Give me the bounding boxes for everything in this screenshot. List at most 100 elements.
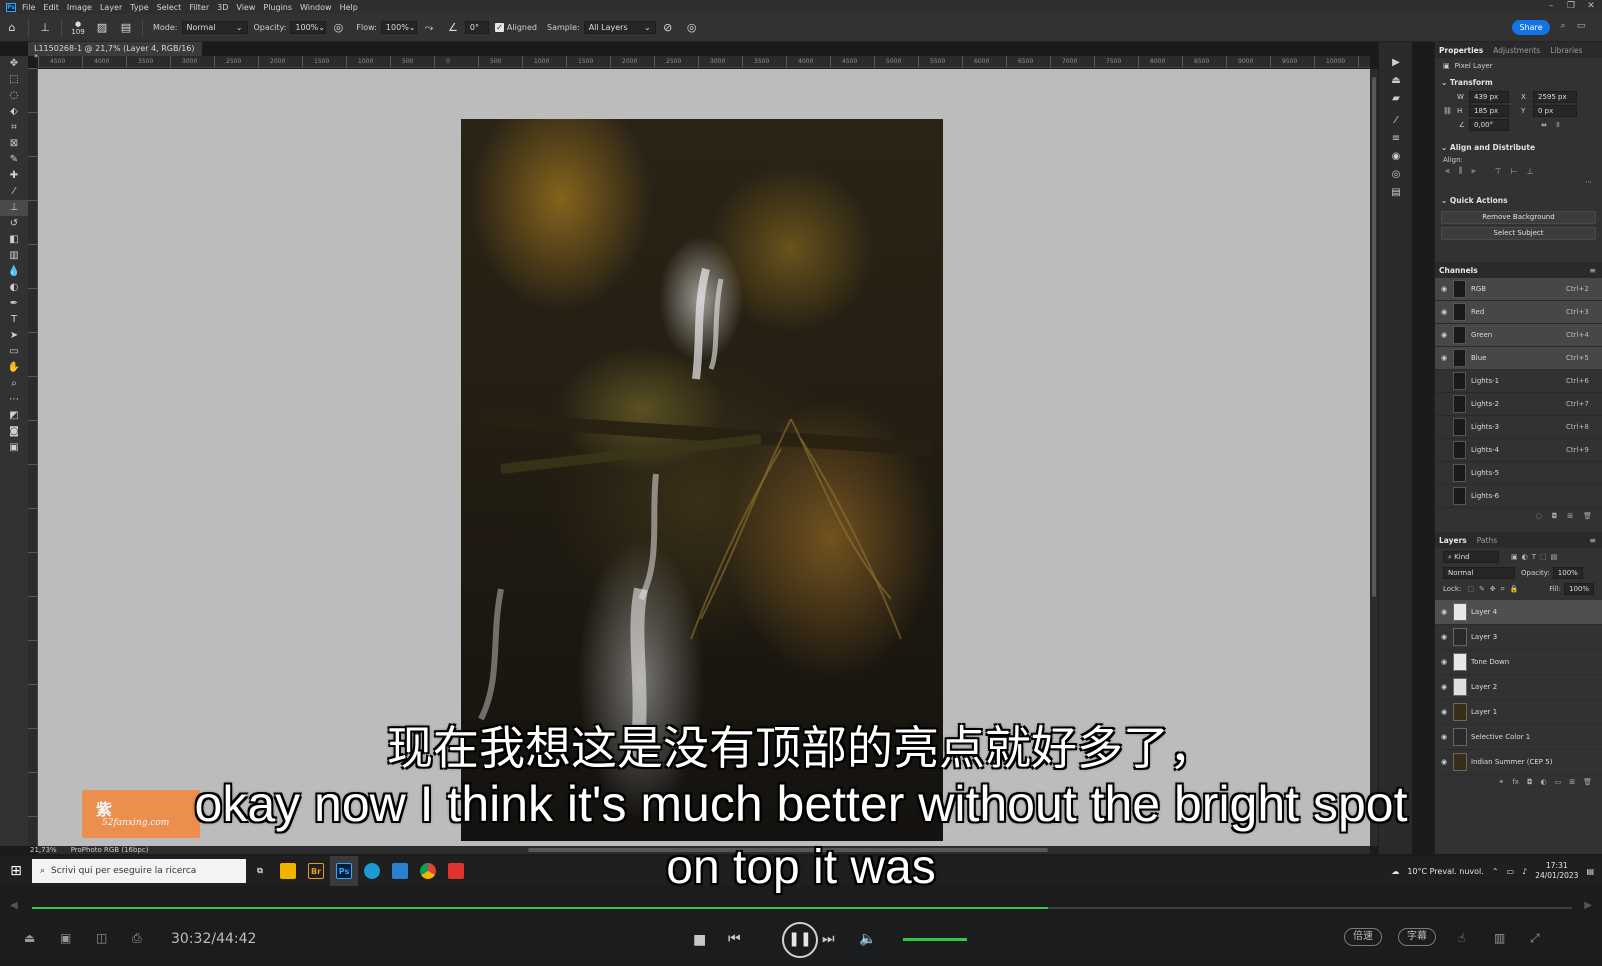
seek-forward-arrow-icon[interactable]: ▶ xyxy=(1584,900,1592,911)
brush-size-picker[interactable]: ● 109 xyxy=(70,20,86,36)
mode-select[interactable]: Normal ⌄ xyxy=(181,21,248,34)
x-field[interactable]: 2595 px xyxy=(1533,91,1577,103)
menu-type[interactable]: Type xyxy=(130,3,148,12)
previous-icon[interactable]: ⏮ xyxy=(728,931,741,947)
layer-opacity-field[interactable]: 100% xyxy=(1552,567,1583,579)
menu-window[interactable]: Window xyxy=(300,3,332,12)
save-selection-icon[interactable]: ◘ xyxy=(1552,512,1558,520)
width-field[interactable]: 439 px xyxy=(1469,91,1509,103)
channel-row[interactable]: Lights-4 Ctrl+9 xyxy=(1435,439,1602,462)
pressure-opacity-icon[interactable]: ◎ xyxy=(330,20,346,36)
plugin-tk-icon[interactable]: ◎ xyxy=(1379,166,1413,184)
adjustments-icon[interactable]: ≡ xyxy=(1379,130,1413,148)
fill-field[interactable]: 100% xyxy=(1564,583,1594,595)
comments-icon[interactable]: ▰ xyxy=(1379,90,1413,108)
color-swatches-icon[interactable]: ◩ xyxy=(0,408,28,424)
subtitle-button[interactable]: 字幕 xyxy=(1398,928,1436,946)
toolbox-icon[interactable]: ▥ xyxy=(1494,931,1505,945)
brush-settings-icon[interactable]: ▨ xyxy=(94,20,110,36)
channel-row[interactable]: ◉ Blue Ctrl+5 xyxy=(1435,347,1602,370)
eye-icon[interactable]: ◉ xyxy=(1439,683,1449,691)
fullscreen-icon[interactable]: ⤢ xyxy=(1530,931,1540,946)
channel-row[interactable]: ◉ Green Ctrl+4 xyxy=(1435,324,1602,347)
play-icon[interactable]: ▶ xyxy=(1379,54,1413,72)
tab-paths[interactable]: Paths xyxy=(1477,536,1497,545)
clone-stamp-tool-icon[interactable]: ⊥ xyxy=(0,200,28,216)
angle-field[interactable]: 0° xyxy=(464,21,489,34)
align-middle-icon[interactable]: ⊢ xyxy=(1511,167,1518,176)
dodge-tool-icon[interactable]: ◐ xyxy=(0,280,28,296)
eye-icon[interactable]: ◉ xyxy=(1439,308,1449,316)
rectangle-tool-icon[interactable]: ▭ xyxy=(0,344,28,360)
panel-menu-icon[interactable]: ≡ xyxy=(1589,536,1596,545)
tab-layers[interactable]: Layers xyxy=(1439,536,1467,545)
height-field[interactable]: 185 px xyxy=(1469,105,1509,117)
type-tool-icon[interactable]: T xyxy=(0,312,28,328)
lock-icons[interactable]: ⬚✎✥⌗🔒 xyxy=(1467,585,1523,594)
aligned-checkbox[interactable]: ✓ xyxy=(494,23,504,32)
filter-type-icons[interactable]: ▣◐T⬚▤ xyxy=(1511,553,1561,561)
channel-row[interactable]: Lights-1 Ctrl+6 xyxy=(1435,370,1602,393)
cast-icon[interactable]: ☝ xyxy=(1458,931,1465,945)
pause-button[interactable]: ❚❚ xyxy=(782,922,818,958)
sample-select[interactable]: All Layers ⌄ xyxy=(583,21,656,34)
hand-tool-icon[interactable]: ✋ xyxy=(0,360,28,376)
restore-icon[interactable]: ❐ xyxy=(1564,0,1578,14)
stop-icon[interactable]: ■ xyxy=(693,932,706,948)
menu-image[interactable]: Image xyxy=(67,3,92,12)
brush-settings-icon[interactable]: ⁄ xyxy=(1379,112,1413,130)
lasso-tool-icon[interactable]: ◌ xyxy=(0,88,28,104)
new-channel-icon[interactable]: ⊞ xyxy=(1567,512,1573,520)
layer-row[interactable]: ◉ Layer 4 xyxy=(1435,600,1602,625)
channel-row[interactable]: ◉ Red Ctrl+3 xyxy=(1435,301,1602,324)
menu-layer[interactable]: Layer xyxy=(100,3,122,12)
menu-plugins[interactable]: Plugins xyxy=(263,3,292,12)
eject-icon[interactable]: ⏏ xyxy=(24,931,35,945)
progress-bar[interactable] xyxy=(32,907,1572,909)
volume-slider[interactable] xyxy=(903,938,967,941)
crop-tool-icon[interactable]: ⌗ xyxy=(0,120,28,136)
history-icon[interactable]: ⏏ xyxy=(1379,72,1413,90)
menu-edit[interactable]: Edit xyxy=(43,3,59,12)
screen-mode-icon[interactable]: ▣ xyxy=(0,440,28,456)
flow-field[interactable]: 100% ⌄ xyxy=(380,21,417,34)
gradient-tool-icon[interactable]: ▥ xyxy=(0,248,28,264)
align-center-icon[interactable]: ⫼ xyxy=(1459,166,1463,176)
plugin-panel-icon[interactable]: ▤ xyxy=(1379,184,1413,202)
opacity-field[interactable]: 100% ⌄ xyxy=(290,21,327,34)
menu-3d[interactable]: 3D xyxy=(217,3,228,12)
remove-background-button[interactable]: Remove Background xyxy=(1441,211,1596,224)
align-bottom-icon[interactable]: ⊥ xyxy=(1527,167,1534,176)
blur-tool-icon[interactable]: 💧 xyxy=(0,264,28,280)
close-icon[interactable]: ✕ xyxy=(1584,0,1598,14)
tab-adjustments[interactable]: Adjustments xyxy=(1493,46,1540,55)
eye-icon[interactable]: ◉ xyxy=(1439,331,1449,339)
menu-select[interactable]: Select xyxy=(157,3,182,12)
menu-file[interactable]: File xyxy=(22,3,35,12)
channel-row[interactable]: Lights-3 Ctrl+8 xyxy=(1435,416,1602,439)
menu-filter[interactable]: Filter xyxy=(189,3,209,12)
zoom-tool-icon[interactable]: ⌕ xyxy=(0,376,28,392)
minimize-icon[interactable]: – xyxy=(1544,0,1558,14)
align-left-icon[interactable]: ⫷ xyxy=(1445,166,1450,176)
marquee-tool-icon[interactable]: ⬚ xyxy=(0,72,28,88)
quick-mask-icon[interactable]: ◙ xyxy=(0,424,28,440)
more-options-icon[interactable]: ⋯ xyxy=(1435,177,1602,187)
object-select-tool-icon[interactable]: ⬖ xyxy=(0,104,28,120)
tab-channels[interactable]: Channels xyxy=(1439,266,1478,275)
scrollbar-thumb[interactable] xyxy=(1372,77,1376,597)
menu-view[interactable]: View xyxy=(236,3,255,12)
frame-tool-icon[interactable]: ⊠ xyxy=(0,136,28,152)
layer-row[interactable]: ◉ Layer 3 xyxy=(1435,625,1602,650)
eye-icon[interactable]: ◉ xyxy=(1439,633,1449,641)
flip-horizontal-icon[interactable]: ⇹ xyxy=(1541,121,1547,129)
search-icon[interactable]: ⌕ xyxy=(1556,20,1570,34)
pressure-size-icon[interactable]: ◎ xyxy=(684,20,700,36)
eye-icon[interactable]: ◉ xyxy=(1439,658,1449,666)
channel-row[interactable]: Lights-5 xyxy=(1435,462,1602,485)
move-tool-icon[interactable]: ✥ xyxy=(0,56,28,72)
flip-vertical-icon[interactable]: ⇳ xyxy=(1555,121,1561,129)
speed-button[interactable]: 倍速 xyxy=(1344,928,1382,946)
chain-link-icon[interactable]: ⛓ xyxy=(1443,107,1457,115)
next-icon[interactable]: ⏭ xyxy=(822,931,835,947)
